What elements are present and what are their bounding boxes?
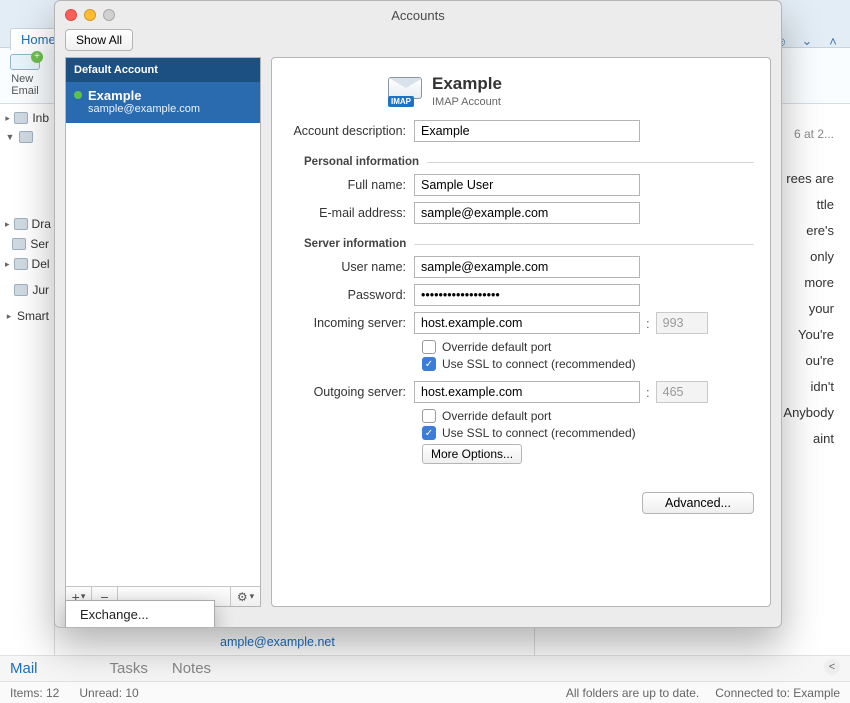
drafts-icon <box>14 218 28 230</box>
imap-badge: IMAP <box>388 96 414 107</box>
account-name: Example <box>88 88 250 103</box>
label-incoming-ssl: Use SSL to connect (recommended) <box>442 357 636 371</box>
status-bar: Items: 12 Unread: 10 All folders are up … <box>0 681 850 703</box>
email-field[interactable] <box>414 202 640 224</box>
accounts-settings-button[interactable]: ⚙︎▾ <box>230 587 260 606</box>
account-email: sample@example.com <box>88 103 250 115</box>
sent-icon <box>12 238 26 250</box>
sidebar-item: ▸Inb <box>2 108 52 128</box>
incoming-port-field[interactable] <box>656 312 708 334</box>
chevron-down-icon: ▾ <box>250 591 255 602</box>
account-form: IMAP Example IMAP Account Account descri… <box>271 57 771 607</box>
status-items: Items: 12 <box>10 686 59 700</box>
label-fullname: Full name: <box>288 178 414 192</box>
sidebar-item: Ser <box>2 234 52 254</box>
section-server: Server information <box>304 238 406 250</box>
label-outgoing-override: Override default port <box>442 409 551 423</box>
collapse-ribbon-icon[interactable]: ˄ <box>824 32 842 50</box>
status-unread: Unread: 10 <box>79 686 138 700</box>
description-field[interactable] <box>414 120 640 142</box>
add-menu-item[interactable]: Outlook.com... <box>66 625 214 628</box>
account-subtitle: IMAP Account <box>432 96 502 108</box>
junk-icon <box>14 284 28 296</box>
outgoing-server-field[interactable] <box>414 381 640 403</box>
label-outgoing: Outgoing server: <box>288 385 414 399</box>
more-options-button[interactable]: More Options... <box>422 444 522 464</box>
folder-sidebar[interactable]: ▸Inb ▼ ▸Dra Ser ▸Del Jur ▸Smart <box>0 104 55 681</box>
incoming-override-checkbox[interactable] <box>422 340 436 354</box>
incoming-server-field[interactable] <box>414 312 640 334</box>
label-username: User name: <box>288 260 414 274</box>
account-row-selected[interactable]: Example sample@example.com <box>66 82 260 123</box>
sidebar-expand: ▼ <box>2 128 52 146</box>
deleted-icon <box>14 258 28 270</box>
account-title: Example <box>432 74 502 94</box>
nav-tab-mail[interactable]: Mail <box>10 660 38 677</box>
account-icon <box>19 131 33 143</box>
port-separator: : <box>646 316 650 331</box>
port-separator: : <box>646 385 650 400</box>
new-email-icon <box>10 54 40 70</box>
sidebar-item: ▸Dra <box>2 214 52 234</box>
sidebar-item: ▸Del <box>2 254 52 274</box>
label-description: Account description: <box>288 124 414 138</box>
label-outgoing-ssl: Use SSL to connect (recommended) <box>442 426 636 440</box>
show-all-button[interactable]: Show All <box>65 29 133 51</box>
label-password: Password: <box>288 288 414 302</box>
section-personal: Personal information <box>304 156 419 168</box>
help-chevron-icon[interactable]: ⌄ <box>798 32 816 50</box>
scroll-left-icon[interactable]: < <box>824 659 840 675</box>
accounts-window: Accounts Show All Default Account Exampl… <box>54 0 782 628</box>
nav-tab-tasks[interactable]: Tasks <box>110 660 148 677</box>
ribbon-right-controls: ☺ ⌄ ˄ <box>772 32 842 50</box>
status-connection: Connected to: Example <box>715 686 840 700</box>
window-title: Accounts <box>55 8 781 23</box>
outlook-nav-tabs: Mail Tasks Notes <box>0 655 850 681</box>
accounts-list-header: Default Account <box>66 58 260 82</box>
accounts-list: Default Account Example sample@example.c… <box>65 57 261 607</box>
add-account-menu: Exchange...Outlook.com...Other Email...D… <box>65 600 215 628</box>
advanced-button[interactable]: Advanced... <box>642 492 754 514</box>
sidebar-item: ▸Smart <box>2 306 52 326</box>
password-field[interactable] <box>414 284 640 306</box>
status-sync: All folders are up to date. <box>566 686 699 700</box>
new-email-button[interactable]: NewEmail <box>10 54 40 97</box>
gear-icon: ⚙︎ <box>237 590 248 604</box>
outgoing-ssl-checkbox[interactable]: ✓ <box>422 426 436 440</box>
status-dot-icon <box>74 91 82 99</box>
sidebar-item: Jur <box>2 280 52 300</box>
label-email: E-mail address: <box>288 206 414 220</box>
label-incoming: Incoming server: <box>288 316 414 330</box>
add-menu-item[interactable]: Exchange... <box>66 604 214 625</box>
inbox-icon <box>14 112 28 124</box>
account-type-icon: IMAP <box>388 77 422 105</box>
outgoing-port-field[interactable] <box>656 381 708 403</box>
label-incoming-override: Override default port <box>442 340 551 354</box>
nav-tab-notes[interactable]: Notes <box>172 660 211 677</box>
outgoing-override-checkbox[interactable] <box>422 409 436 423</box>
fullname-field[interactable] <box>414 174 640 196</box>
stray-email-link[interactable]: ample@example.net <box>220 635 335 649</box>
username-field[interactable] <box>414 256 640 278</box>
incoming-ssl-checkbox[interactable]: ✓ <box>422 357 436 371</box>
